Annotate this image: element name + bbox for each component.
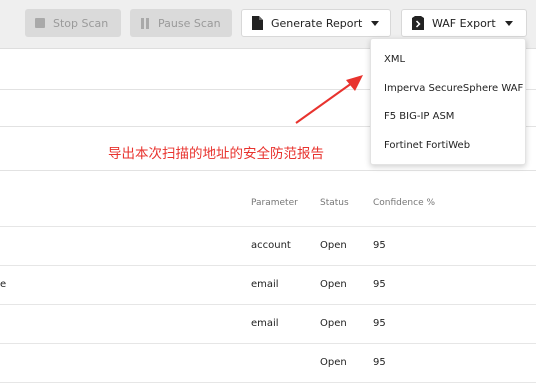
table-row-status: Open [320, 357, 347, 368]
menu-item-xml[interactable]: XML [371, 46, 525, 75]
table-row-status: Open [320, 240, 347, 251]
table-row-parameter: email [251, 279, 279, 290]
column-header-status[interactable]: Status [320, 198, 349, 208]
table-row-confidence: 95 [373, 279, 386, 290]
table-row-confidence: 95 [373, 240, 386, 251]
row-divider [0, 343, 536, 344]
column-header-parameter[interactable]: Parameter [251, 198, 298, 208]
table-row-confidence: 95 [373, 318, 386, 329]
divider [0, 226, 536, 227]
menu-item-imperva[interactable]: Imperva SecureSphere WAF [371, 75, 525, 104]
column-header-confidence[interactable]: Confidence % [373, 198, 435, 208]
table-row-name: e [0, 279, 7, 290]
table-row-parameter: account [251, 240, 291, 251]
waf-export-menu: XML Imperva SecureSphere WAF F5 BIG-IP A… [370, 38, 526, 165]
row-divider [0, 265, 536, 266]
menu-item-fortinet[interactable]: Fortinet FortiWeb [371, 132, 525, 161]
table-row-confidence: 95 [373, 357, 386, 368]
row-divider [0, 304, 536, 305]
row-divider [0, 382, 536, 383]
table-row-parameter: email [251, 318, 279, 329]
menu-item-f5[interactable]: F5 BIG-IP ASM [371, 103, 525, 132]
table-row-status: Open [320, 318, 347, 329]
table-row-status: Open [320, 279, 347, 290]
